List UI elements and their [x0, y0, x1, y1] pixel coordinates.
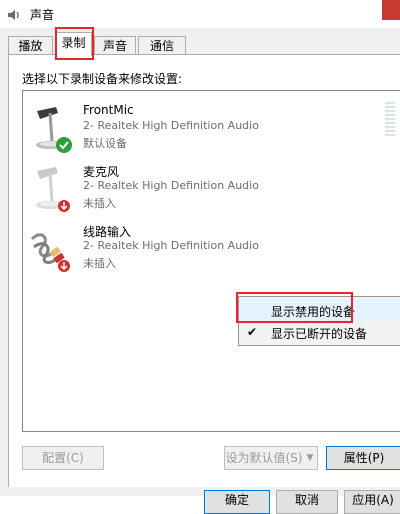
apply-button[interactable]: 应用(A): [344, 490, 400, 514]
tab-label: 通信: [149, 39, 174, 53]
tab-playback[interactable]: 播放: [8, 36, 53, 55]
recording-tab-highlight: [55, 27, 94, 60]
line-in-cable-icon: [30, 233, 70, 272]
checkmark-icon: ✔: [247, 325, 258, 339]
level-meter: [385, 102, 395, 138]
device-item-line-in[interactable]: 线路输入 2- Realtek High Definition Audio 未插…: [23, 221, 400, 277]
title-bar: 声音: [0, 0, 400, 28]
microphone-icon: [36, 107, 72, 153]
device-name: 麦克风: [83, 165, 120, 179]
set-default-button[interactable]: 设为默认值(S): [224, 446, 304, 470]
device-status: 未插入: [83, 197, 116, 210]
tab-sounds[interactable]: 声音: [94, 36, 136, 55]
speaker-icon: [8, 10, 19, 20]
configure-button[interactable]: 配置(C): [22, 446, 104, 470]
device-item-frontmic[interactable]: FrontMic 2- Realtek High Definition Audi…: [23, 101, 400, 157]
device-name: FrontMic: [83, 103, 134, 117]
device-name: 线路输入: [83, 225, 132, 239]
ok-button[interactable]: 确定: [204, 490, 270, 514]
device-description: 2- Realtek High Definition Audio: [83, 119, 259, 132]
device-status: 未插入: [83, 257, 116, 270]
device-description: 2- Realtek High Definition Audio: [83, 179, 259, 192]
device-description: 2- Realtek High Definition Audio: [83, 239, 259, 252]
tab-label: 播放: [18, 39, 43, 53]
instruction-text: 选择以下录制设备来修改设置:: [22, 72, 183, 86]
chevron-down-icon[interactable]: ▼: [303, 446, 318, 470]
tab-communications[interactable]: 通信: [138, 36, 186, 55]
menu-item-label: 显示已断开的设备: [271, 327, 368, 341]
close-button[interactable]: [382, 0, 400, 20]
set-default-split-button[interactable]: 设为默认值(S) ▼: [224, 446, 318, 470]
device-list[interactable]: FrontMic 2- Realtek High Definition Audi…: [22, 90, 400, 432]
window-title: 声音: [30, 8, 55, 22]
cancel-button[interactable]: 取消: [276, 490, 338, 514]
properties-button[interactable]: 属性(P): [326, 446, 400, 470]
green-check-icon: [56, 137, 72, 153]
microphone-icon: [36, 167, 70, 212]
device-status: 默认设备: [83, 137, 127, 150]
menu-item-highlight: [236, 292, 353, 323]
menu-item-show-disconnected[interactable]: ✔ 显示已断开的设备: [239, 321, 400, 343]
device-item-microphone[interactable]: 麦克风 2- Realtek High Definition Audio 未插入: [23, 161, 400, 217]
tab-label: 声音: [102, 39, 127, 53]
